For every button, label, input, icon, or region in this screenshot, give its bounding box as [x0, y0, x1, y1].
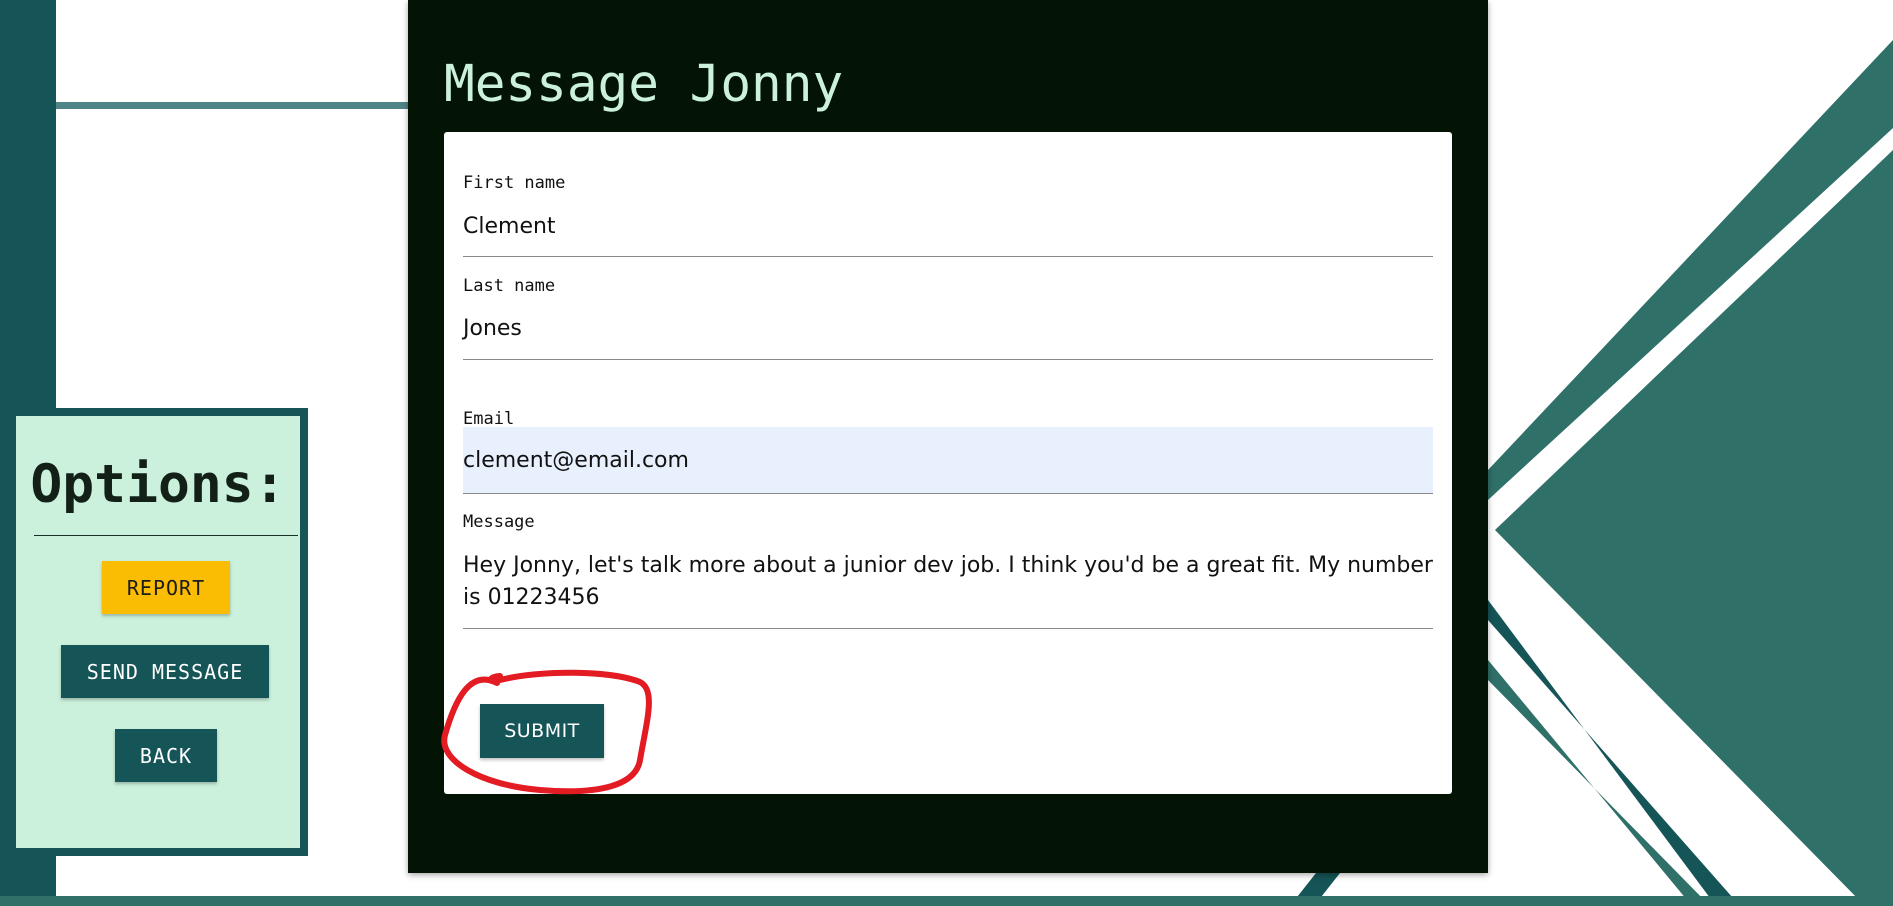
message-underline [463, 628, 1433, 629]
send-message-button[interactable]: SEND MESSAGE [61, 645, 269, 698]
header-divider-line [56, 102, 408, 109]
message-title: Message Jonny [444, 55, 844, 114]
options-divider [34, 535, 298, 536]
back-button[interactable]: BACK [115, 729, 217, 782]
message-label: Message [463, 512, 535, 532]
message-field: Message Hey Jonny, let's talk more about… [463, 132, 1433, 632]
options-title: Options: [30, 454, 286, 515]
options-panel: Options: REPORT SEND MESSAGE BACK [8, 408, 308, 856]
message-textarea[interactable]: Hey Jonny, let's talk more about a junio… [463, 550, 1433, 614]
footer-strip [0, 896, 1893, 906]
message-panel: Message Jonny First name Clement Last na… [408, 0, 1488, 873]
message-form: First name Clement Last name Jones Email… [444, 132, 1452, 794]
submit-button[interactable]: SUBMIT [480, 704, 604, 758]
report-button[interactable]: REPORT [102, 561, 230, 614]
